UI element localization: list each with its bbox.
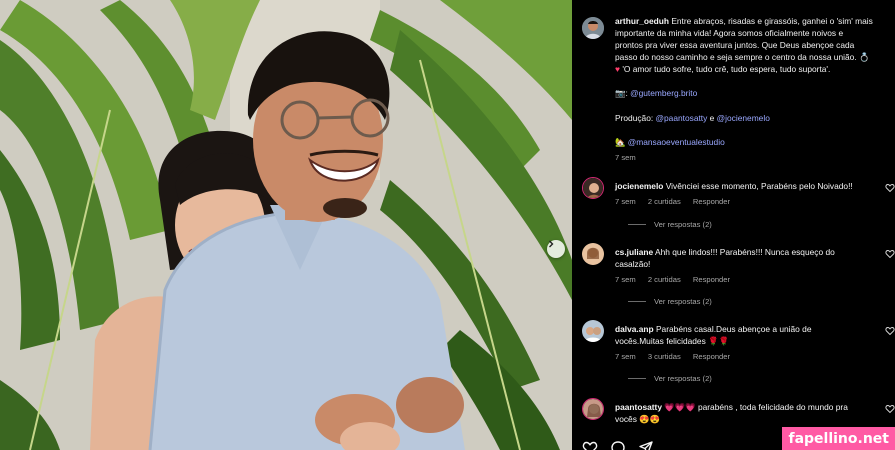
author-username[interactable]: arthur_oeduh [615, 16, 669, 26]
caption-line: Entre abraços, risadas e girassóis, ganh… [671, 16, 873, 26]
heart-outline-icon[interactable] [885, 249, 895, 259]
comment-text: dalva.anp Parabéns casal.Deus abençoe a … [615, 323, 870, 347]
comment-username[interactable]: jocienemelo [615, 181, 663, 191]
comment-username[interactable]: cs.juliane [615, 247, 653, 257]
comment-avatar[interactable] [582, 177, 604, 199]
caption-line: passo do nosso caminho e seja sempre o c… [615, 52, 870, 63]
next-photo-button[interactable] [547, 240, 565, 258]
mention-production-1[interactable]: @paantosatty [656, 113, 708, 123]
view-replies-label: Ver respostas (2) [654, 297, 712, 306]
caption-line: 'O amor tudo sofre, tudo crê, tudo esper… [622, 64, 831, 75]
share-icon[interactable] [638, 440, 654, 450]
watermark: fapellino.net [782, 427, 895, 450]
view-replies-button[interactable]: Ver respostas (2) [628, 297, 712, 306]
comment-content: Parabéns casal.Deus abençoe a união de [655, 324, 812, 334]
avatar-image [582, 243, 604, 265]
view-replies-label: Ver respostas (2) [654, 220, 712, 229]
comment-likes[interactable]: 3 curtidas [648, 352, 681, 361]
avatar-image [583, 399, 603, 419]
comment-meta: 7 sem 2 curtidas Responder [615, 275, 740, 284]
comment-content: Vivênciei esse momento, Parabéns pelo No… [665, 181, 853, 191]
post-actions [582, 440, 654, 450]
heart-emoji-icon: ♥ [615, 64, 620, 75]
comment-text: paantosatty 💗💗💗 parabéns , toda felicida… [615, 401, 870, 425]
house-emoji-icon: 🏡 [615, 136, 626, 147]
comment-content: Ahh que lindos!!! Parabéns!!! Nunca esqu… [655, 247, 835, 257]
reply-button[interactable]: Responder [693, 352, 730, 361]
comment-item: jocienemelo Vivênciei esse momento, Para… [582, 177, 895, 237]
heart-outline-icon[interactable] [885, 183, 895, 193]
post-time: 7 sem [615, 152, 636, 162]
comment-content-2: vocês.Muitas felicidades 🌹🌹 [615, 336, 729, 347]
comment-item: cs.juliane Ahh que lindos!!! Parabéns!!!… [582, 243, 895, 313]
comment-text: cs.juliane Ahh que lindos!!! Parabéns!!!… [615, 246, 870, 270]
comment-content-2: vocês 😍😍 [615, 414, 661, 425]
comment-text: jocienemelo Vivênciei esse momento, Para… [615, 180, 870, 192]
reply-button[interactable]: Responder [693, 275, 730, 284]
author-avatar[interactable] [582, 17, 604, 39]
caption-line: importante da minha vida! Agora somos of… [615, 28, 844, 39]
comment-username[interactable]: dalva.anp [615, 324, 654, 334]
comment-meta: 7 sem 3 curtidas Responder [615, 352, 740, 361]
view-replies-button[interactable]: Ver respostas (2) [628, 220, 712, 229]
heart-outline-icon[interactable] [582, 440, 598, 450]
photo-illustration [0, 0, 572, 450]
view-replies-button[interactable]: Ver respostas (2) [628, 374, 712, 383]
comment-avatar[interactable] [582, 320, 604, 342]
mention-photographer[interactable]: @gutemberg.brito [630, 88, 697, 98]
mention-venue[interactable]: @mansaoeventualestudio [628, 137, 725, 147]
comment-meta: 7 sem 2 curtidas Responder [615, 197, 740, 206]
avatar-image [583, 178, 603, 198]
caption-text: arthur_oeduh Entre abraços, risadas e gi… [615, 15, 883, 164]
comment-item: dalva.anp Parabéns casal.Deus abençoe a … [582, 320, 895, 390]
comment-avatar[interactable] [582, 398, 604, 420]
mention-production-2[interactable]: @jocienemelo [717, 113, 770, 123]
avatar-image [582, 320, 604, 342]
post-photo [0, 0, 572, 450]
comment-time: 7 sem [615, 352, 636, 361]
comment-content-2: casalzão! [615, 259, 651, 270]
comment-icon[interactable] [610, 440, 626, 450]
heart-outline-icon[interactable] [885, 404, 895, 414]
comment-content: 💗💗💗 parabéns , toda felicidade do mundo … [664, 402, 848, 412]
production-and: e [709, 112, 715, 123]
comment-likes[interactable]: 2 curtidas [648, 197, 681, 206]
reply-button[interactable]: Responder [693, 197, 730, 206]
view-replies-label: Ver respostas (2) [654, 374, 712, 383]
comment-likes[interactable]: 2 curtidas [648, 275, 681, 284]
heart-outline-icon[interactable] [885, 326, 895, 336]
comment-time: 7 sem [615, 197, 636, 206]
chevron-right-icon [549, 240, 554, 248]
author-avatar-image [582, 17, 604, 39]
camera-emoji-icon: 📷 [615, 88, 626, 99]
comment-avatar[interactable] [582, 243, 604, 265]
production-label: Produção: [615, 112, 654, 123]
comments-panel: arthur_oeduh Entre abraços, risadas e gi… [572, 0, 895, 450]
comment-username[interactable]: paantosatty [615, 402, 662, 412]
comment-time: 7 sem [615, 275, 636, 284]
caption-line: prontos pra viver essa aventura juntos. … [615, 40, 855, 51]
comment-item: paantosatty 💗💗💗 parabéns , toda felicida… [582, 398, 895, 428]
